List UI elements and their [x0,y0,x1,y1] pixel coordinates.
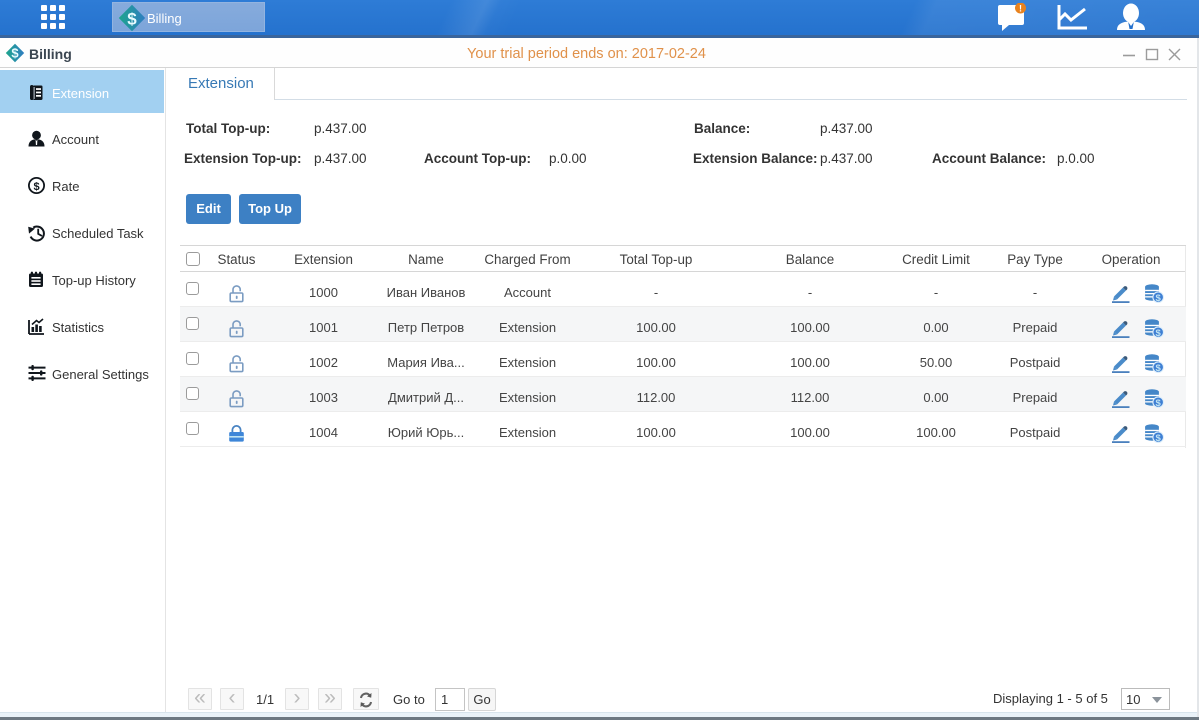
svg-text:$: $ [1156,398,1162,408]
svg-text:$: $ [1156,433,1162,443]
svg-text:$: $ [33,181,39,193]
svg-text:$: $ [1156,293,1162,303]
svg-text:$: $ [1156,328,1162,338]
svg-text:$: $ [127,10,137,29]
svg-text:!: ! [1019,4,1022,14]
svg-text:$: $ [1156,363,1162,373]
